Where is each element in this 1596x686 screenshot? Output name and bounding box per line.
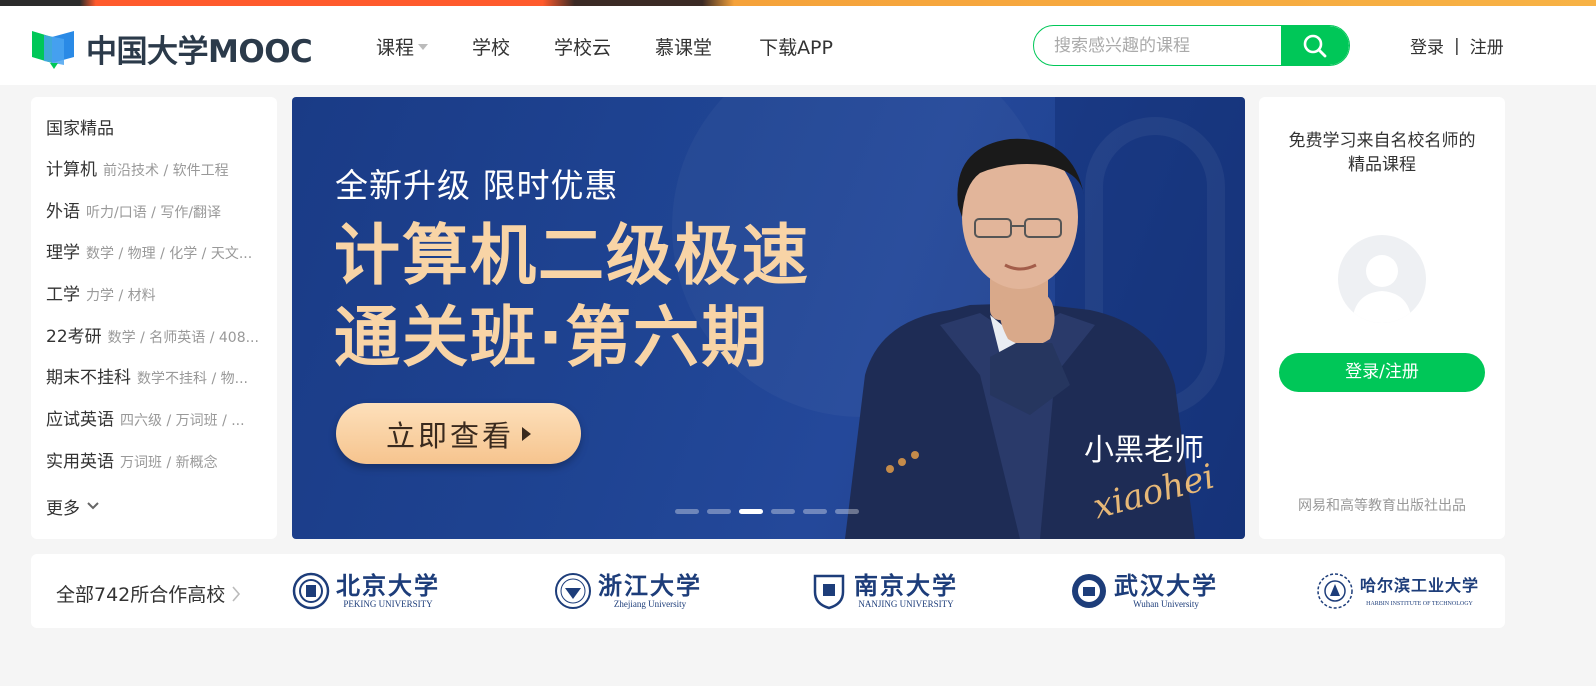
category-subtopics: 数学不挂科 / 物... [137, 371, 248, 388]
nav-item-label: 课程 [376, 36, 415, 59]
carousel-dot[interactable] [707, 509, 731, 514]
category-subtopics: 听力/口语 / 写作/翻译 [86, 204, 222, 221]
category-subtopics: 万词班 / 新概念 [120, 454, 218, 471]
category-subtopics: 四六级 / 万词班 / ... [120, 413, 245, 430]
banner-cta-label: 立即查看 [385, 418, 514, 453]
site-header: 中国大学MOOC 课程 学校 学校云 慕课堂 下载APP 登录 | [0, 6, 1596, 85]
nav-item-download-app[interactable]: 下载APP [759, 33, 833, 60]
university-name-cn: 浙江大学 [598, 570, 702, 600]
nav-item-label: 下载APP [759, 36, 833, 59]
banner-title: 计算机二级极速 通关班·第六期 [334, 215, 810, 379]
chevron-right-icon [232, 585, 241, 602]
avatar [1338, 235, 1426, 323]
category-item-computer[interactable]: 计算机 前沿技术 / 软件工程 [46, 160, 266, 180]
nav-item-courses[interactable]: 课程 [376, 33, 429, 60]
more-label: 更多 [46, 498, 80, 519]
university-name-cn: 武汉大学 [1114, 570, 1218, 600]
login-card: 免费学习来自名校名师的精品课程 登录/注册 网易和高等教育出版社出品 [1259, 97, 1505, 539]
university-name-cn: 北京大学 [336, 570, 440, 600]
university-name-cn: 哈尔滨工业大学 [1360, 575, 1480, 595]
category-name: 应试英语 [46, 410, 114, 431]
nav-item-label: 慕课堂 [655, 36, 713, 59]
university-shield-icon [813, 574, 845, 610]
category-item-exam-english[interactable]: 应试英语 四六级 / 万词班 / ... [46, 410, 266, 430]
category-item-postgrad-exam[interactable]: 22考研 数学 / 名师英语 / 408... [46, 327, 266, 347]
category-item-engineering[interactable]: 工学 力学 / 材料 [46, 285, 266, 305]
nav-item-school-cloud[interactable]: 学校云 [554, 33, 611, 60]
university-name-en: HARBIN INSTITUTE OF TECHNOLOGY [1366, 600, 1473, 607]
all-universities-label: 全部742所合作高校 [56, 584, 226, 606]
university-logo-pku[interactable]: 北京大学 PEKING UNIVERSITY [292, 568, 440, 614]
university-name-cn: 南京大学 [854, 570, 958, 600]
university-seal-icon [555, 573, 591, 609]
auth-separator: | [1454, 35, 1460, 56]
university-logo-whu[interactable]: 武汉大学 Wuhan University [1070, 568, 1218, 614]
category-title[interactable]: 国家精品 [46, 119, 277, 139]
university-seal-icon [1072, 574, 1106, 608]
carousel-dot[interactable] [739, 509, 763, 514]
nav-item-mooc-classroom[interactable]: 慕课堂 [655, 33, 712, 60]
nav-item-schools[interactable]: 学校 [472, 33, 510, 60]
carousel-dot[interactable] [675, 509, 699, 514]
category-subtopics: 数学 / 物理 / 化学 / 天文... [86, 246, 253, 263]
university-logo-hit[interactable]: 哈尔滨工业大学 HARBIN INSTITUTE OF TECHNOLOGY [1316, 568, 1479, 614]
chevron-down-icon [87, 502, 99, 510]
search-input[interactable] [1054, 26, 1274, 65]
university-name-en: PEKING UNIVERSITY [343, 598, 433, 609]
nav-item-label: 学校 [472, 36, 511, 59]
site-logo[interactable]: 中国大学MOOC [30, 26, 313, 70]
university-seal-icon [292, 572, 330, 610]
play-triangle-icon [522, 426, 531, 441]
search-button[interactable] [1281, 26, 1349, 65]
login-register-button[interactable]: 登录/注册 [1279, 353, 1485, 392]
category-subtopics: 前沿技术 / 软件工程 [103, 163, 229, 179]
category-item-practical-english[interactable]: 实用英语 万词班 / 新概念 [46, 452, 266, 472]
search-icon [1303, 34, 1327, 57]
category-name: 实用英语 [46, 451, 114, 472]
university-bar: 全部742所合作高校 北京大学 PEKING UNIVERSITY 浙江大学 Z… [31, 554, 1505, 628]
all-universities-link[interactable]: 全部742所合作高校 [56, 580, 241, 607]
category-subtopics: 数学 / 名师英语 / 408... [107, 329, 259, 346]
logo-text: 中国大学MOOC [86, 33, 313, 70]
main-nav: 课程 学校 学校云 慕课堂 下载APP [376, 30, 877, 62]
category-panel: 国家精品 计算机 前沿技术 / 软件工程 外语 听力/口语 / 写作/翻译 理学 数学… [31, 97, 277, 539]
category-name: 22考研 [46, 326, 102, 347]
university-name-en: Wuhan University [1133, 598, 1199, 609]
carousel-dot[interactable] [835, 509, 859, 514]
register-link[interactable]: 注册 [1470, 33, 1504, 58]
hero-banner[interactable]: 全新升级 限时优惠 计算机二级极速 通关班·第六期 立即查看 小黑老师 xiao… [292, 97, 1245, 539]
search-box [1033, 25, 1350, 66]
carousel-dot[interactable] [771, 509, 795, 514]
category-more-button[interactable]: 更多 [46, 494, 277, 519]
category-item-science[interactable]: 理学 数学 / 物理 / 化学 / 天文... [46, 243, 266, 263]
category-subtopics: 力学 / 材料 [86, 288, 156, 305]
category-name: 期末不挂科 [46, 368, 131, 389]
carousel-dots [675, 509, 867, 514]
category-item-foreign-language[interactable]: 外语 听力/口语 / 写作/翻译 [46, 202, 266, 222]
university-seal-icon [1317, 573, 1353, 609]
university-name-en: Zhejiang University [613, 598, 687, 609]
caret-down-icon [418, 44, 429, 50]
nav-item-label: 学校云 [554, 36, 612, 59]
login-link[interactable]: 登录 [1410, 33, 1444, 58]
university-logo-nju[interactable]: 南京大学 NANJING UNIVERSITY [810, 568, 958, 614]
category-name: 工学 [46, 285, 80, 306]
category-item-final-exam[interactable]: 期末不挂科 数学不挂科 / 物... [46, 368, 266, 388]
login-intro-text: 免费学习来自名校名师的精品课程 [1259, 129, 1505, 177]
university-name-en: NANJING UNIVERSITY [858, 598, 954, 609]
banner-kicker: 全新升级 限时优惠 [335, 166, 619, 205]
banner-title-line: 通关班·第六期 [334, 299, 770, 376]
carousel-dot[interactable] [803, 509, 827, 514]
banner-title-line: 计算机二级极速 [334, 217, 810, 294]
login-intro: 免费学习来自名校名师的精品课程 [1288, 131, 1476, 175]
category-name: 外语 [46, 201, 80, 222]
auth-links: 登录 | 注册 [1410, 33, 1504, 59]
default-avatar-icon [1352, 255, 1412, 323]
banner-cta-button[interactable]: 立即查看 [336, 403, 581, 464]
login-card-footer: 网易和高等教育出版社出品 [1298, 498, 1466, 514]
category-name: 计算机 [46, 160, 97, 180]
university-logo-zju[interactable]: 浙江大学 Zhejiang University [554, 568, 702, 614]
mooc-logo-icon [32, 31, 74, 69]
category-name: 理学 [46, 243, 80, 264]
